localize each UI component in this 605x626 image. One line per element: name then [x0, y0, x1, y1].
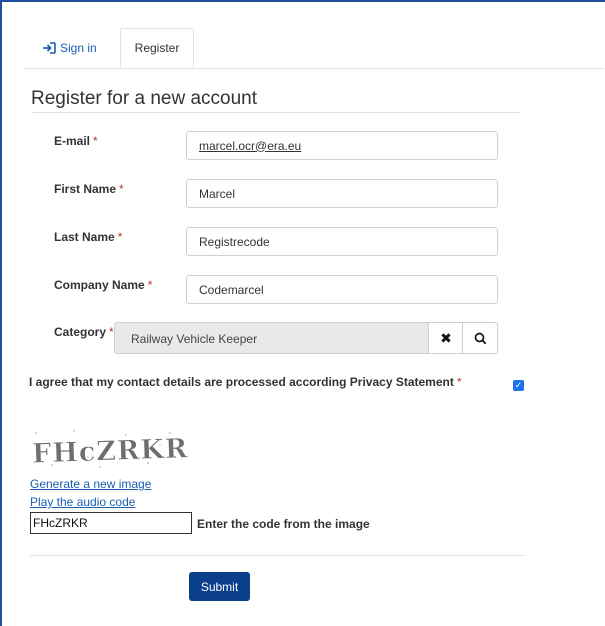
category-search-button[interactable]: [462, 323, 497, 353]
category-label: Category *: [54, 325, 114, 339]
sign-in-icon: [43, 42, 56, 54]
tab-register[interactable]: Register: [120, 28, 194, 68]
email-field[interactable]: [186, 131, 498, 160]
first-name-label-text: First Name: [54, 182, 117, 196]
privacy-agreement-text: I agree that my contact details are proc…: [29, 375, 454, 389]
generate-new-image-link[interactable]: Generate a new image: [30, 477, 151, 491]
category-label-text: Category: [54, 325, 107, 339]
required-marker: *: [147, 278, 153, 292]
email-label: E-mail *: [54, 134, 98, 148]
email-label-text: E-mail: [54, 134, 91, 148]
form-divider: [30, 555, 524, 556]
category-clear-button[interactable]: ✖: [428, 323, 463, 353]
tab-sign-in-label: Sign in: [60, 41, 97, 55]
submit-button[interactable]: Submit: [189, 572, 250, 601]
search-icon: [474, 332, 486, 344]
last-name-label-text: Last Name: [54, 230, 115, 244]
captcha-text: FHcZRKR: [32, 433, 189, 469]
required-marker: *: [117, 230, 123, 244]
category-value: Railway Vehicle Keeper: [131, 332, 258, 346]
captcha-code-label: Enter the code from the image: [197, 517, 370, 531]
tab-register-label: Register: [134, 41, 180, 55]
window-left-border: [0, 0, 2, 626]
tab-sign-in[interactable]: Sign in: [42, 28, 97, 68]
first-name-field[interactable]: [186, 179, 498, 208]
required-marker: *: [93, 134, 98, 148]
company-name-field[interactable]: [186, 275, 498, 304]
last-name-field[interactable]: [186, 227, 498, 256]
last-name-label: Last Name *: [54, 230, 122, 244]
auth-tabs: Sign in Register: [24, 28, 604, 69]
play-audio-code-link[interactable]: Play the audio code: [30, 495, 135, 509]
close-icon: ✖: [440, 329, 452, 346]
privacy-agreement-checkbox[interactable]: ✓: [513, 380, 524, 391]
required-marker: *: [109, 325, 114, 339]
captcha-image: FHcZRKR: [31, 430, 189, 470]
title-divider: [31, 112, 521, 113]
first-name-label: First Name *: [54, 182, 124, 196]
category-select[interactable]: Railway Vehicle Keeper ✖: [114, 322, 498, 354]
company-name-label: Company Name *: [54, 278, 152, 292]
captcha-code-input[interactable]: [30, 512, 192, 534]
company-name-label-text: Company Name: [54, 278, 145, 292]
privacy-agreement-label: I agree that my contact details are proc…: [29, 375, 462, 389]
required-marker: *: [119, 182, 124, 196]
window-top-border: [0, 0, 605, 2]
page-title: Register for a new account: [31, 88, 258, 109]
required-marker: *: [456, 375, 462, 389]
